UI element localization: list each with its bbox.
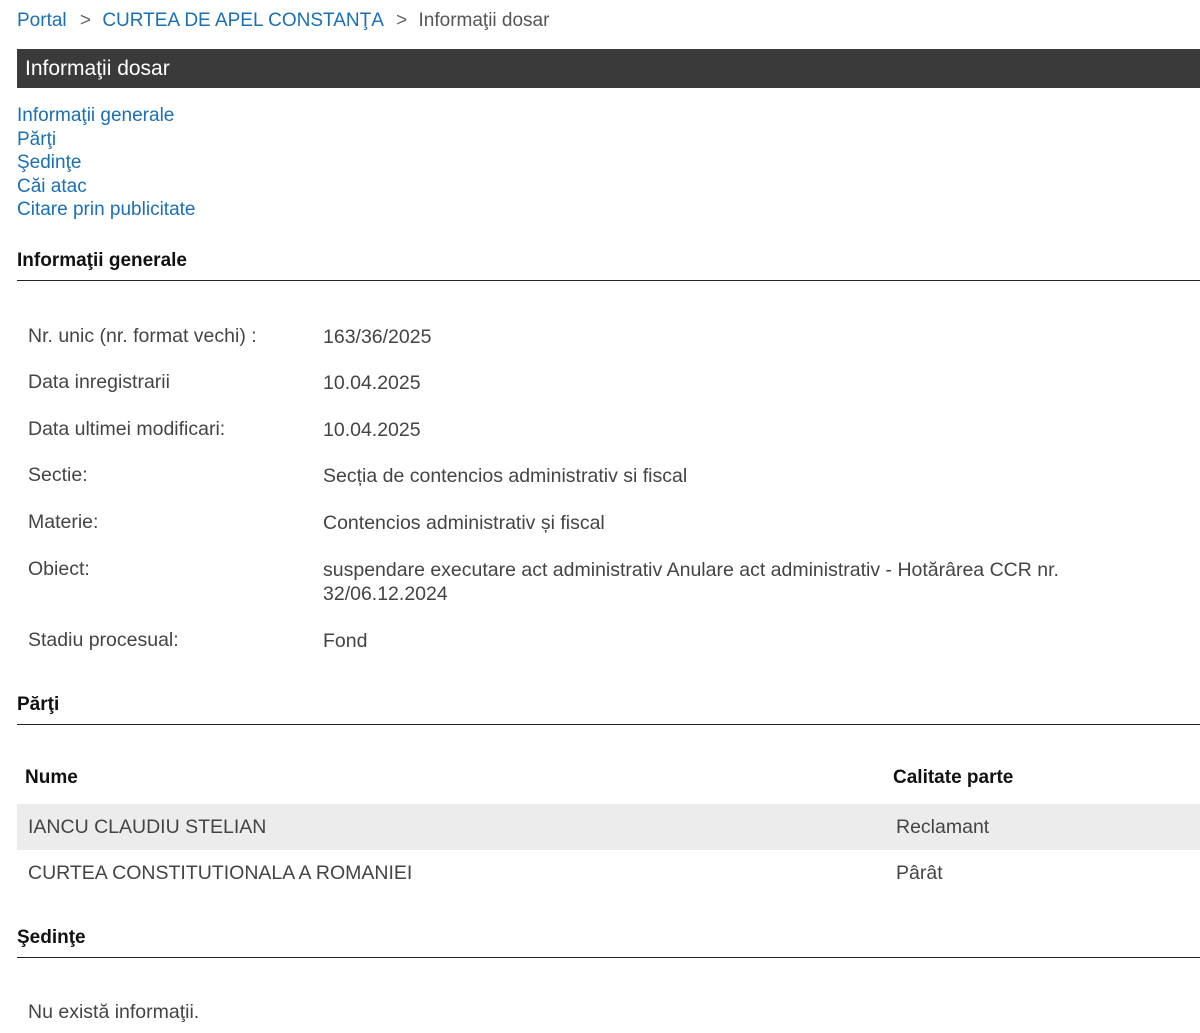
party-role: Reclamant: [896, 816, 990, 838]
info-value: Fond: [323, 630, 368, 652]
breadcrumb-separator: >: [79, 10, 92, 31]
section-anchor-list: Informaţii generale Părţi Şedinţe Căi at…: [17, 104, 195, 222]
info-label: Data ultimei modificari:: [28, 418, 226, 440]
breadcrumb-current: Informaţii dosar: [418, 10, 550, 31]
column-header-nume: Nume: [25, 767, 78, 788]
empty-state-text: Nu există informaţii.: [28, 1001, 200, 1023]
info-label: Stadiu procesual:: [28, 629, 179, 651]
info-label: Sectie:: [28, 464, 88, 486]
info-value: 10.04.2025: [323, 419, 421, 441]
anchor-link-cai-atac[interactable]: Căi atac: [17, 175, 195, 199]
info-value: 10.04.2025: [323, 372, 421, 394]
section-heading-sedinte: Şedinţe: [17, 927, 1200, 958]
parti-table-header: Nume Calitate parte: [17, 762, 1200, 796]
section-heading-parti: Părţi: [17, 694, 1200, 725]
info-label: Data inregistrarii: [28, 371, 170, 393]
anchor-link-citare-prin-publicitate[interactable]: Citare prin publicitate: [17, 198, 195, 222]
breadcrumb-portal-link[interactable]: Portal: [17, 10, 67, 31]
party-name: IANCU CLAUDIU STELIAN: [28, 816, 267, 838]
table-row: IANCU CLAUDIU STELIAN Reclamant: [17, 804, 1200, 850]
anchor-link-parti[interactable]: Părţi: [17, 128, 195, 152]
info-value: suspendare executare act administrativ A…: [323, 559, 1059, 605]
table-row: CURTEA CONSTITUTIONALA A ROMANIEI Pârât: [17, 850, 1200, 896]
breadcrumb-court-link[interactable]: CURTEA DE APEL CONSTANŢA: [102, 10, 383, 31]
party-role: Pârât: [896, 862, 943, 884]
anchor-link-informatii-generale[interactable]: Informaţii generale: [17, 104, 195, 128]
party-name: CURTEA CONSTITUTIONALA A ROMANIEI: [28, 862, 413, 884]
info-value: 163/36/2025: [323, 326, 432, 348]
info-value: Contencios administrativ și fiscal: [323, 512, 605, 534]
info-label: Materie:: [28, 511, 99, 533]
column-header-calitate-parte: Calitate parte: [893, 767, 1014, 788]
anchor-link-sedinte[interactable]: Şedinţe: [17, 151, 195, 175]
section-heading-informatii-generale: Informaţii generale: [17, 250, 1200, 281]
page-title: Informaţii dosar: [17, 49, 1200, 88]
breadcrumb-separator: >: [396, 10, 408, 31]
info-label: Nr. unic (nr. format vechi) :: [28, 325, 257, 347]
info-label: Obiect:: [28, 558, 90, 580]
info-value: Secția de contencios administrativ si fi…: [323, 465, 688, 487]
breadcrumb: Portal > CURTEA DE APEL CONSTANŢA > Info…: [17, 10, 549, 32]
